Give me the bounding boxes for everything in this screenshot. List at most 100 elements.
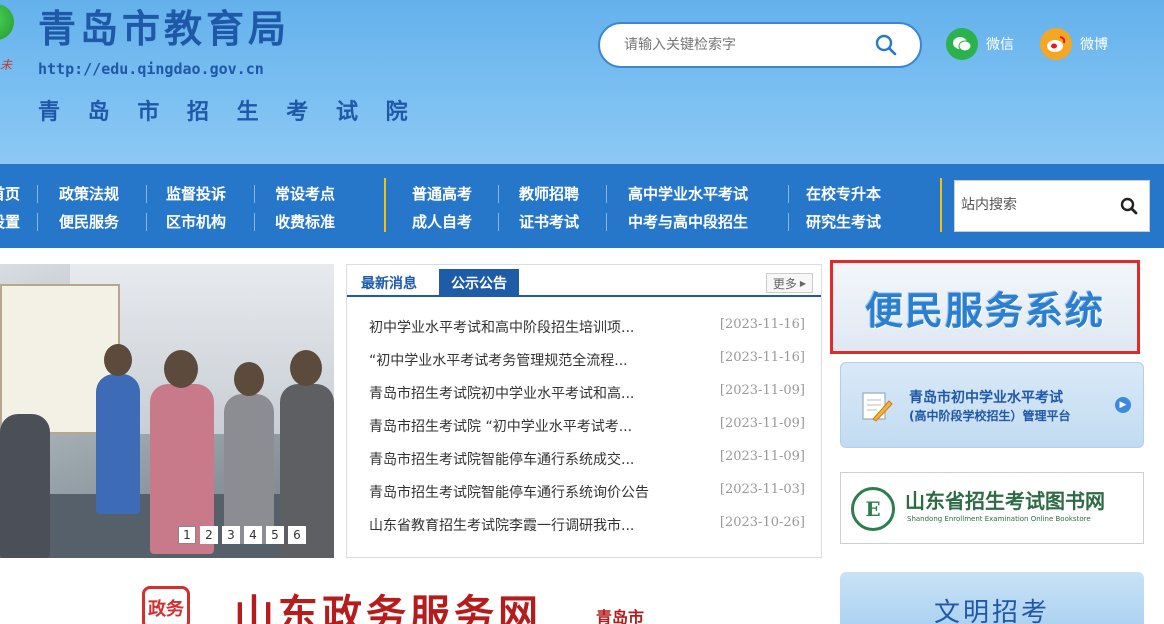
header-search bbox=[598, 22, 922, 68]
list-item[interactable]: 青岛市招生考试院 “初中学业水平考试考... [2023-11-09] bbox=[369, 416, 811, 449]
nav-divider bbox=[606, 213, 607, 231]
nav-complaint[interactable]: 监督投诉 bbox=[166, 183, 226, 204]
nav-fees[interactable]: 收费标准 bbox=[275, 211, 335, 232]
nav-postgrad[interactable]: 研究生考试 bbox=[806, 211, 881, 232]
photo-person bbox=[0, 414, 50, 558]
news-title[interactable]: 山东省教育招生考试院李霞一行调研我市... bbox=[369, 515, 634, 535]
civil-exam-label: 文明招考 bbox=[933, 598, 1050, 624]
news-list: 初中学业水平考试和高中阶段招生培训项... [2023-11-16] “初中学业水… bbox=[369, 317, 811, 548]
wechat-link[interactable]: 微信 bbox=[946, 28, 1014, 60]
nav-service[interactable]: 便民服务 bbox=[59, 211, 119, 232]
tab-latest-news[interactable]: 最新消息 bbox=[353, 269, 425, 297]
wechat-icon bbox=[946, 28, 978, 60]
weibo-label: 微博 bbox=[1080, 37, 1108, 53]
list-item[interactable]: 青岛市招生考试院初中学业水平考试和高... [2023-11-09] bbox=[369, 383, 811, 416]
nav-exam-sites[interactable]: 常设考点 bbox=[275, 183, 335, 204]
news-title[interactable]: 青岛市招生考试院智能停车通行系统询价公告 bbox=[369, 482, 649, 502]
photo-head bbox=[290, 350, 322, 386]
news-date: [2023-11-16] bbox=[719, 350, 805, 365]
list-item[interactable]: 青岛市招生考试院智能停车通行系统成交... [2023-11-09] bbox=[369, 449, 811, 482]
photo-person bbox=[224, 394, 274, 544]
exam-platform-title: 青岛市初中学业水平考试 bbox=[909, 390, 1063, 406]
bookstore-logo: E bbox=[851, 487, 895, 531]
nav-academic[interactable]: 高中学业水平考试 bbox=[628, 183, 748, 204]
photo-head bbox=[104, 344, 132, 376]
gov-service-city: 青岛市 bbox=[596, 608, 645, 624]
site-header: 未 青岛市教育局 http://edu.qingdao.gov.cn 青 岛 市… bbox=[0, 0, 1164, 164]
news-title[interactable]: “初中学业水平考试考务管理规范全流程... bbox=[369, 350, 628, 370]
slide-dot[interactable]: 2 bbox=[200, 526, 218, 544]
news-title[interactable]: 青岛市招生考试院 “初中学业水平考试考... bbox=[369, 416, 632, 436]
nav-divider bbox=[498, 213, 499, 231]
news-date: [2023-11-09] bbox=[719, 383, 805, 398]
news-title[interactable]: 初中学业水平考试和高中阶段招生培训项... bbox=[369, 317, 634, 337]
nav-policy[interactable]: 政策法规 bbox=[59, 183, 119, 204]
news-date: [2023-11-03] bbox=[719, 482, 805, 497]
slide-dot[interactable]: 4 bbox=[244, 526, 262, 544]
nav-divider bbox=[146, 213, 147, 231]
nav-teacher[interactable]: 教师招聘 bbox=[519, 183, 579, 204]
slide-dot[interactable]: 1 bbox=[178, 526, 196, 544]
list-item[interactable]: 山东省教育招生考试院李霞一行调研我市... [2023-10-26] bbox=[369, 515, 811, 548]
header-search-input[interactable] bbox=[624, 34, 854, 56]
site-search-button[interactable] bbox=[1115, 193, 1143, 219]
list-item[interactable]: “初中学业水平考试考务管理规范全流程... [2023-11-16] bbox=[369, 350, 811, 383]
news-date: [2023-11-16] bbox=[719, 317, 805, 332]
nav-yellow-divider bbox=[940, 178, 942, 232]
news-photo-slider[interactable] bbox=[0, 264, 334, 558]
slide-dot[interactable]: 5 bbox=[266, 526, 284, 544]
weibo-icon bbox=[1040, 28, 1072, 60]
photo-head bbox=[164, 350, 198, 388]
news-date: [2023-11-09] bbox=[719, 449, 805, 464]
nav-divider bbox=[37, 185, 38, 203]
nav-divider bbox=[146, 185, 147, 203]
nav-upgrade[interactable]: 在校专升本 bbox=[806, 183, 881, 204]
nav-divider bbox=[498, 185, 499, 203]
nav-gaokao[interactable]: 普通高考 bbox=[412, 183, 472, 204]
nav-home[interactable]: 首页 bbox=[0, 183, 20, 204]
list-item[interactable]: 初中学业水平考试和高中阶段招生培训项... [2023-11-16] bbox=[369, 317, 811, 350]
search-icon[interactable] bbox=[874, 33, 898, 57]
arrow-right-icon: ▶ bbox=[1115, 397, 1131, 413]
site-title[interactable]: 青岛市教育局 bbox=[38, 0, 290, 53]
site-subtitle: 青 岛 市 招 生 考 试 院 bbox=[38, 99, 418, 125]
nav-settings[interactable]: 设置 bbox=[0, 211, 20, 232]
slide-dot[interactable]: 3 bbox=[222, 526, 240, 544]
exam-platform-link[interactable]: 青岛市初中学业水平考试 (高中阶段学校招生）管理平台 ▶ bbox=[840, 362, 1144, 448]
nav-divider bbox=[606, 185, 607, 203]
bookstore-link[interactable]: E 山东省招生考试图书网 Shandong Enrollment Examina… bbox=[840, 472, 1144, 544]
civil-exam-banner[interactable]: 文明招考 bbox=[840, 572, 1144, 624]
exam-platform-subtitle: (高中阶段学校招生）管理平台 bbox=[909, 409, 1071, 423]
slide-dot[interactable]: 6 bbox=[288, 526, 306, 544]
news-title[interactable]: 青岛市招生考试院初中学业水平考试和高... bbox=[369, 383, 634, 403]
site-search-input[interactable] bbox=[961, 193, 1101, 217]
news-title[interactable]: 青岛市招生考试院智能停车通行系统成交... bbox=[369, 449, 634, 469]
emblem-script: 未 bbox=[0, 58, 13, 72]
more-button[interactable]: 更多 ▶ bbox=[765, 273, 813, 293]
weibo-link[interactable]: 微博 bbox=[1040, 28, 1108, 60]
list-item[interactable]: 青岛市招生考试院智能停车通行系统询价公告 [2023-11-03] bbox=[369, 482, 811, 515]
news-panel: 最新消息 公示公告 更多 ▶ 初中学业水平考试和高中阶段招生培训项... [202… bbox=[346, 264, 822, 558]
nav-certificate[interactable]: 证书考试 bbox=[519, 211, 579, 232]
nav-adult[interactable]: 成人自考 bbox=[412, 211, 472, 232]
news-date: [2023-11-09] bbox=[719, 416, 805, 431]
nav-divider bbox=[254, 185, 255, 203]
caret-right-icon: ▶ bbox=[799, 278, 806, 288]
service-system-banner[interactable]: 便民服务系统 bbox=[830, 260, 1140, 354]
news-tabs: 最新消息 公示公告 更多 ▶ bbox=[347, 265, 821, 297]
photo-head bbox=[234, 362, 264, 396]
site-url: http://edu.qingdao.gov.cn bbox=[38, 60, 264, 78]
emblem-icon bbox=[0, 4, 14, 40]
nav-zhongkao[interactable]: 中考与高中段招生 bbox=[628, 211, 748, 232]
slider-pagination: 1 2 3 4 5 6 bbox=[178, 526, 306, 544]
bookstore-subtitle: Shandong Enrollment Examination Online B… bbox=[907, 515, 1091, 523]
nav-divider bbox=[788, 185, 789, 203]
tab-notices[interactable]: 公示公告 bbox=[439, 269, 519, 297]
service-system-label: 便民服务系统 bbox=[864, 287, 1105, 333]
document-edit-icon bbox=[862, 392, 893, 422]
search-icon bbox=[1120, 197, 1138, 215]
site-search bbox=[954, 180, 1150, 232]
more-label: 更多 bbox=[772, 276, 797, 291]
nav-district[interactable]: 区市机构 bbox=[166, 211, 226, 232]
gov-service-banner[interactable]: 政务 山东政务服务网 青岛市 bbox=[130, 580, 690, 624]
